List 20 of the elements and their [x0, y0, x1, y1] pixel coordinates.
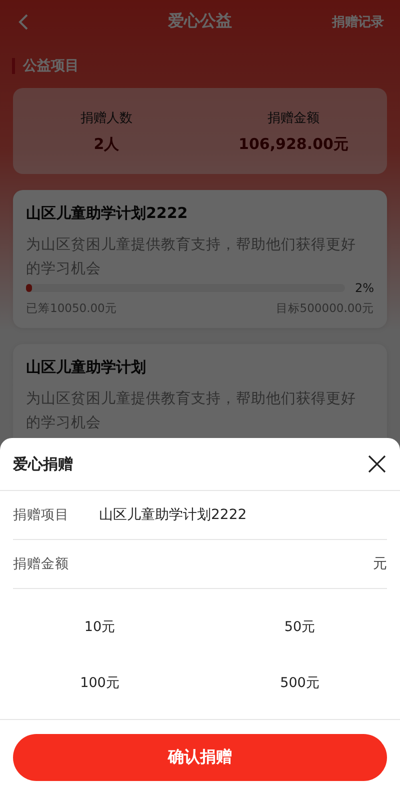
field-label: 捐赠金额 — [13, 555, 70, 573]
sheet-title: 爱心捐赠 — [13, 454, 73, 474]
amount-option[interactable]: 10元 — [0, 599, 200, 655]
stat-label: 捐赠金额 — [268, 110, 320, 126]
amount-option[interactable]: 50元 — [200, 599, 400, 655]
section-title: 公益项目 — [12, 58, 388, 74]
field-label: 捐赠项目 — [13, 506, 70, 524]
amount-option[interactable]: 500元 — [200, 655, 400, 711]
project-name: 山区儿童助学计划2222 — [26, 204, 189, 223]
progress-percent: 2% — [354, 281, 374, 295]
project-value: 山区儿童助学计划2222 — [99, 506, 247, 524]
confirm-button[interactable]: 确认捐赠 — [13, 734, 387, 781]
close-icon[interactable] — [368, 455, 386, 473]
stat-value: 2人 — [94, 134, 120, 154]
stat-label: 捐赠人数 — [80, 110, 132, 126]
stat-value: 106,928.00元 — [238, 134, 348, 154]
amount-option[interactable]: 100元 — [0, 655, 200, 711]
page-title: 爱心公益 — [168, 11, 232, 30]
unit-label: 元 — [373, 555, 387, 573]
project-name: 山区儿童助学计划 — [26, 358, 147, 377]
